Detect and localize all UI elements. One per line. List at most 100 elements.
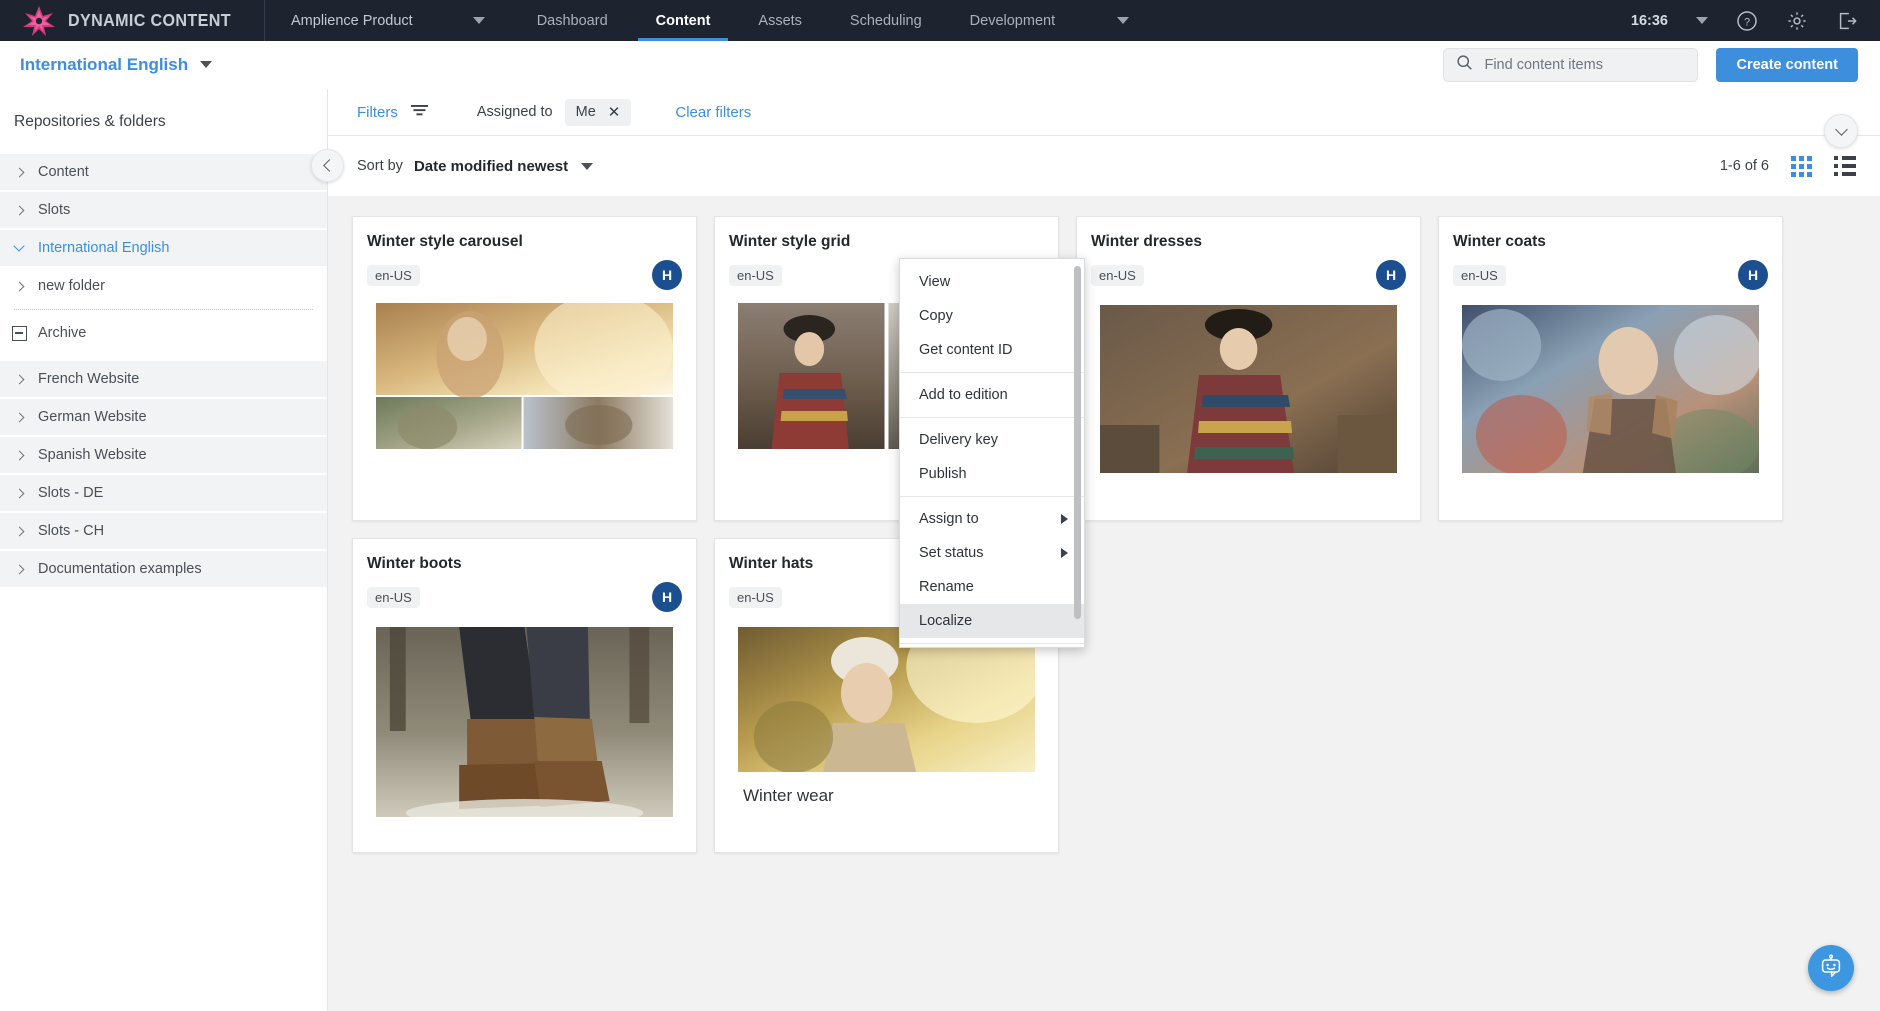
caret-right-icon <box>1061 548 1068 558</box>
context-menu-item-view[interactable]: View <box>900 265 1084 299</box>
card-locale-tag: en-US <box>367 265 420 286</box>
pagination-count: 1-6 of 6 <box>1719 158 1769 174</box>
context-menu-item-rename[interactable]: Rename <box>900 570 1084 604</box>
archive-box-icon <box>0 325 38 341</box>
context-menu-item-localize[interactable]: Localize <box>900 604 1084 638</box>
sort-by-label: Sort by <box>357 158 403 174</box>
grid-view-icon[interactable] <box>1791 155 1812 177</box>
sidebar: Repositories & folders Content Slots Int… <box>0 89 328 1011</box>
list-view-icon[interactable] <box>1834 156 1856 176</box>
locale-selector[interactable]: International English <box>0 55 213 75</box>
sidebar-item-international-english[interactable]: International English <box>0 230 327 266</box>
nav-item-content[interactable]: Content <box>632 0 735 41</box>
card-thumbnail <box>1100 305 1397 473</box>
context-menu-item-publish[interactable]: Publish <box>900 457 1084 491</box>
sidebar-item-new-folder[interactable]: new folder <box>0 268 327 304</box>
create-content-button[interactable]: Create content <box>1716 47 1858 82</box>
context-menu-items: View Copy Get content ID Add to edition … <box>900 259 1084 644</box>
product-selector-label: Amplience Product <box>291 12 413 29</box>
sidebar-item-german-website[interactable]: German Website <box>0 399 327 435</box>
card-locale-tag: en-US <box>729 265 782 286</box>
avatar: H <box>1376 260 1406 290</box>
card-locale-tag: en-US <box>367 587 420 608</box>
context-menu-item-delivery-key[interactable]: Delivery key <box>900 423 1084 457</box>
card-title: Winter dresses <box>1091 233 1202 250</box>
context-menu-item-label: Set status <box>919 545 984 561</box>
sidebar-item-label: Slots - CH <box>38 523 105 539</box>
context-menu-item-set-status[interactable]: Set status <box>900 536 1084 570</box>
active-filters: Assigned to Me ✕ <box>476 98 632 126</box>
sidebar-item-archive[interactable]: Archive <box>0 315 327 351</box>
card-thumbnail <box>376 303 673 449</box>
chevron-right-icon <box>0 374 38 384</box>
search-input[interactable]: Find content items <box>1484 57 1602 73</box>
context-menu-item-get-content-id[interactable]: Get content ID <box>900 333 1084 367</box>
context-menu-item-assign-to[interactable]: Assign to <box>900 502 1084 536</box>
context-menu-item-label: Assign to <box>919 511 979 527</box>
context-menu-item-copy[interactable]: Copy <box>900 299 1084 333</box>
close-icon[interactable]: ✕ <box>608 105 621 120</box>
sidebar-item-label: new folder <box>38 278 105 294</box>
chevron-down-icon <box>1834 122 1848 136</box>
sidebar-item-documentation-examples[interactable]: Documentation examples <box>0 551 327 587</box>
card-title: Winter style grid <box>729 233 851 250</box>
sidebar-item-slots-de[interactable]: Slots - DE <box>0 475 327 511</box>
clock-caret-down-icon[interactable] <box>1696 17 1708 24</box>
card-locale-tag: en-US <box>1091 265 1144 286</box>
sidebar-item-label: French Website <box>38 371 140 387</box>
sidebar-item-spanish-website[interactable]: Spanish Website <box>0 437 327 473</box>
card-thumbnail <box>738 627 1035 772</box>
nav-item-development[interactable]: Development <box>946 0 1079 41</box>
filter-bar: Filters Assigned to Me ✕ Clear filters <box>328 89 1880 148</box>
card-locale-tag: en-US <box>729 587 782 608</box>
filter-chip-assigned-to-me[interactable]: Me ✕ <box>564 98 632 126</box>
collapse-filters-button[interactable] <box>1824 114 1858 148</box>
nav-item-assets[interactable]: Assets <box>734 0 826 41</box>
chat-assistant-button[interactable] <box>1808 945 1854 991</box>
gear-icon[interactable] <box>1786 10 1808 32</box>
filters-button[interactable]: Filters <box>357 103 429 122</box>
chevron-down-icon <box>0 240 38 252</box>
sidebar-item-french-website[interactable]: French Website <box>0 361 327 397</box>
chevron-right-icon <box>0 412 38 422</box>
logout-icon[interactable] <box>1836 10 1858 32</box>
search-icon <box>1456 54 1473 76</box>
assigned-to-label: Assigned to <box>476 104 553 120</box>
sidebar-item-slots[interactable]: Slots <box>0 192 327 228</box>
card-title: Winter coats <box>1453 233 1546 250</box>
card-title: Winter boots <box>367 555 462 572</box>
chevron-right-icon <box>0 281 38 291</box>
avatar: H <box>652 260 682 290</box>
content-card[interactable]: Winter style carousel en-US H <box>352 216 697 521</box>
nav-more-caret-down-icon[interactable] <box>1117 17 1130 24</box>
top-nav-right-cluster: 16:36 ? <box>1631 10 1880 32</box>
caret-down-icon[interactable] <box>581 162 594 170</box>
context-menu-scrollbar[interactable] <box>1074 266 1081 619</box>
nav-item-dashboard[interactable]: Dashboard <box>513 0 632 41</box>
chevron-right-icon <box>0 564 38 574</box>
sidebar-item-label: German Website <box>38 409 147 425</box>
clear-filters-link[interactable]: Clear filters <box>675 104 751 121</box>
search-box[interactable]: Find content items <box>1443 47 1699 82</box>
sort-by-value[interactable]: Date modified newest <box>414 158 568 175</box>
chatbot-robot-icon <box>1817 952 1845 985</box>
sidebar-item-label: Slots - DE <box>38 485 104 501</box>
nav-item-scheduling[interactable]: Scheduling <box>826 0 946 41</box>
question-circle-icon[interactable]: ? <box>1736 10 1758 32</box>
top-navigation-bar: DYNAMIC CONTENT Amplience Product Dashbo… <box>0 0 1880 41</box>
content-card[interactable]: Winter coats en-US H <box>1438 216 1783 521</box>
sidebar-item-content[interactable]: Content <box>0 154 327 190</box>
sub-header-bar: International English Find content items… <box>0 41 1880 89</box>
context-menu-item-add-to-edition[interactable]: Add to edition <box>900 378 1084 412</box>
main-content-area: Filters Assigned to Me ✕ Clear filters S… <box>311 89 1880 1011</box>
content-card[interactable]: Winter boots en-US H <box>352 538 697 853</box>
filter-icon <box>410 103 429 122</box>
context-menu-divider <box>900 643 1084 644</box>
content-card[interactable]: Winter dresses en-US H <box>1076 216 1421 521</box>
product-selector[interactable]: Amplience Product <box>265 0 485 41</box>
brand-logo-area[interactable]: DYNAMIC CONTENT <box>0 0 265 41</box>
collapse-sidebar-button[interactable] <box>311 149 344 182</box>
sidebar-item-slots-ch[interactable]: Slots - CH <box>0 513 327 549</box>
sidebar-item-label: Spanish Website <box>38 447 147 463</box>
chevron-right-icon <box>0 167 38 177</box>
